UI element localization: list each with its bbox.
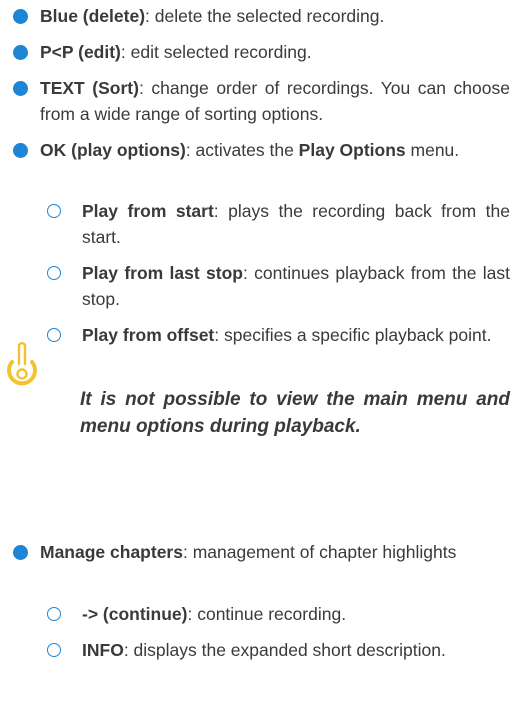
- list-item-sort: TEXT (Sort): change order of recordings.…: [40, 75, 510, 127]
- sub-bullet-circle: [47, 328, 61, 342]
- list-item-play-options: OK (play options): activates the Play Op…: [40, 137, 510, 163]
- sub-item-continue: -> (continue): continue recording.: [82, 601, 510, 627]
- sub-bullet-circle: [47, 266, 61, 280]
- item-desc: : management of chapter highlights: [182, 542, 457, 562]
- bullet-dot: [13, 143, 28, 158]
- note-text: It is not possible to view the main menu…: [80, 389, 510, 437]
- item-term: -> (continue): [82, 604, 188, 624]
- item-term: Manage chapters: [40, 542, 183, 562]
- item-term: Blue (delete): [40, 6, 146, 26]
- sub-bullet-circle: [47, 607, 61, 621]
- sub-item-play-from-offset: Play from offset: specifies a specific p…: [82, 322, 510, 348]
- sub-item-play-from-last-stop: Play from last stop: continues playback …: [82, 260, 510, 312]
- item-desc: : edit selected recording.: [120, 42, 312, 62]
- sub-item-info: INFO: displays the expanded short descri…: [82, 637, 510, 663]
- item-term: TEXT (Sort): [40, 78, 139, 98]
- item-desc: : delete the selected recording.: [145, 6, 385, 26]
- item-desc: menu.: [405, 140, 460, 160]
- item-term: Play from last stop: [82, 263, 243, 283]
- bullet-dot: [13, 45, 28, 60]
- item-desc: : continue recording.: [187, 604, 347, 624]
- item-term: INFO: [82, 640, 124, 660]
- bullet-dot: [13, 81, 28, 96]
- item-term: Play from offset: [82, 325, 215, 345]
- list-item-delete: Blue (delete): delete the selected recor…: [40, 3, 510, 29]
- bullet-dot: [13, 545, 28, 560]
- sub-bullet-circle: [47, 204, 61, 218]
- list-item-manage-chapters: Manage chapters: management of chapter h…: [40, 539, 510, 565]
- sub-bullet-circle: [47, 643, 61, 657]
- item-term: OK (play options): [40, 140, 186, 160]
- item-desc: : activates the: [185, 140, 299, 160]
- item-desc: : specifies a specific playback point.: [214, 325, 492, 345]
- item-term: P<P (edit): [40, 42, 121, 62]
- hint-icon: [4, 341, 40, 407]
- item-desc-term: Play Options: [298, 140, 406, 160]
- sub-item-play-from-start: Play from start: plays the recording bac…: [82, 198, 510, 250]
- bullet-dot: [13, 9, 28, 24]
- item-term: Play from start: [82, 201, 214, 221]
- item-desc: : displays the expanded short descriptio…: [123, 640, 446, 660]
- manual-page: Blue (delete): delete the selected recor…: [0, 0, 516, 710]
- list-item-edit: P<P (edit): edit selected recording.: [40, 39, 510, 65]
